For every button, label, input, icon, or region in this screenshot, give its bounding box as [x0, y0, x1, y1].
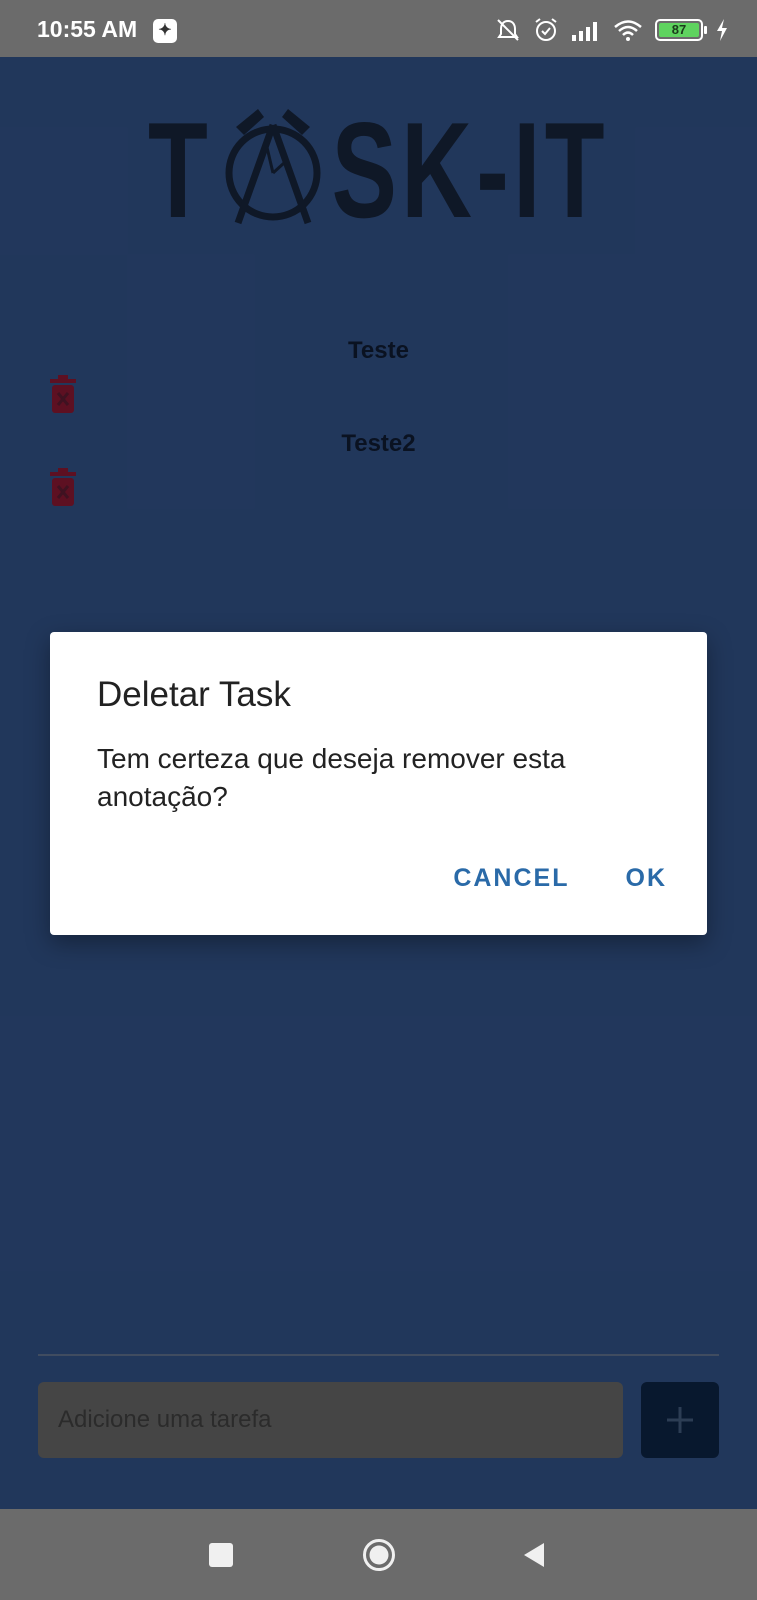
notification-app-icon: ✦	[153, 19, 177, 43]
recents-icon[interactable]	[209, 1543, 233, 1567]
dialog-message: Tem certeza que deseja remover esta anot…	[97, 743, 566, 812]
charging-icon	[717, 19, 727, 41]
ok-button[interactable]: OK	[626, 864, 668, 893]
home-icon[interactable]	[362, 1538, 396, 1572]
dialog-actions: CANCEL OK	[453, 864, 667, 893]
back-icon[interactable]	[522, 1541, 546, 1569]
delete-task-dialog: Deletar Task Tem certeza que deseja remo…	[50, 632, 707, 935]
status-icons: 87	[495, 16, 729, 44]
battery-level: 87	[659, 23, 699, 37]
wifi-icon	[614, 20, 642, 41]
mute-icon	[497, 19, 519, 41]
system-nav-bar	[0, 1509, 757, 1600]
status-bar: 10:55 AM ✦ 87	[0, 0, 757, 57]
status-time: 10:55 AM	[37, 16, 138, 42]
cancel-button[interactable]: CANCEL	[453, 864, 569, 893]
battery-icon: 87	[655, 19, 707, 41]
signal-icon	[572, 22, 597, 41]
alarm-icon	[535, 18, 557, 41]
dialog-title: Deletar Task	[97, 675, 291, 714]
